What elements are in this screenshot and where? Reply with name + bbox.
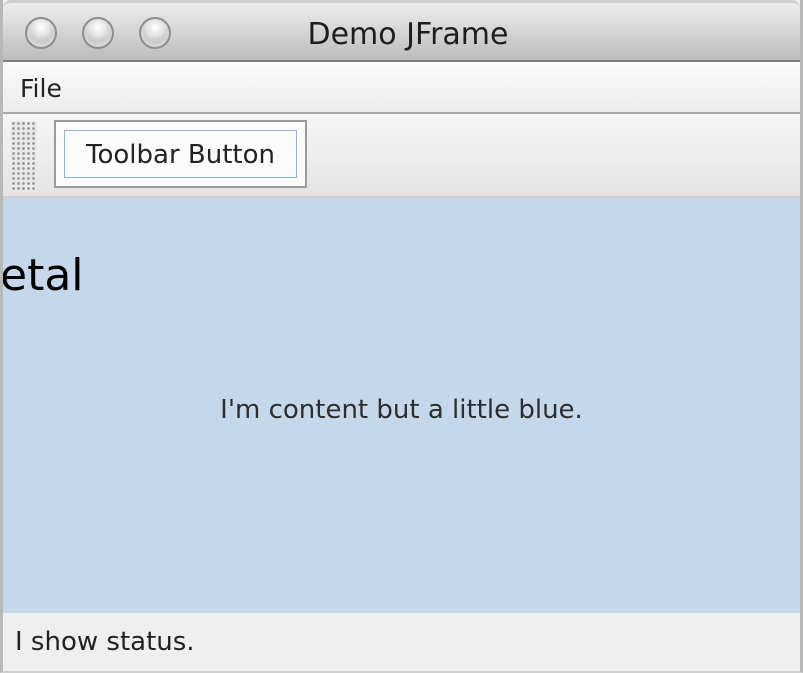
status-text: I show status.	[15, 627, 195, 657]
title-bar[interactable]: Demo JFrame	[3, 0, 800, 62]
content-message: I'm content but a little blue.	[220, 395, 583, 425]
status-bar: I show status.	[3, 613, 800, 671]
app-window: Demo JFrame File Toolbar Button etal I'm…	[0, 0, 803, 673]
content-partial-label: etal	[3, 250, 84, 301]
toolbar: Toolbar Button	[3, 114, 800, 198]
window-title: Demo JFrame	[307, 17, 509, 52]
content-panel: etal I'm content but a little blue.	[3, 198, 800, 613]
menu-file[interactable]: File	[20, 74, 62, 104]
menu-bar: File	[3, 62, 800, 114]
toolbar-grip-icon[interactable]	[11, 121, 37, 191]
toolbar-button-label: Toolbar Button	[64, 130, 297, 178]
toolbar-button[interactable]: Toolbar Button	[54, 120, 307, 188]
